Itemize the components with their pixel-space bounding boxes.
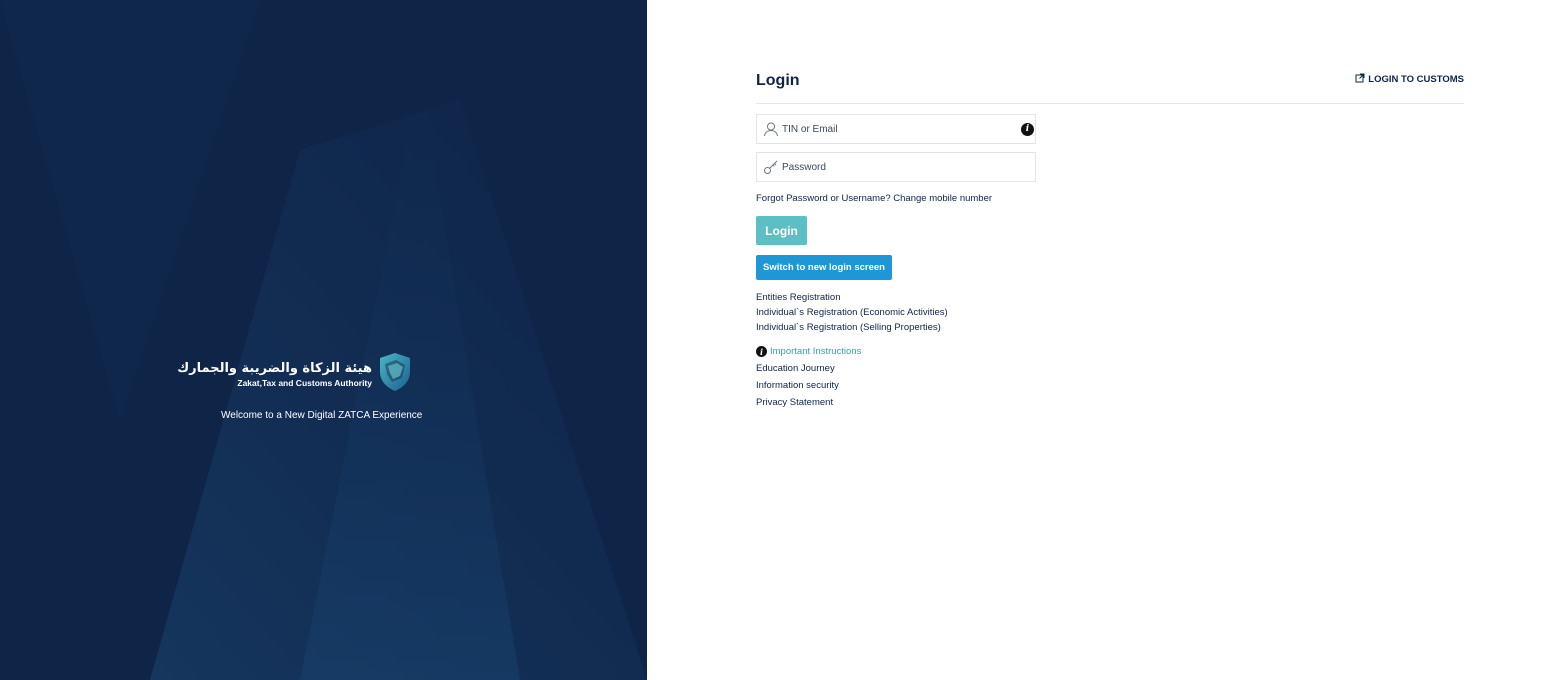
login-button[interactable]: Login [756, 216, 807, 245]
login-page: هيئة الزكاة والضريبة والجمارك Zakat,Tax … [0, 0, 1568, 680]
external-link-icon [1355, 73, 1365, 86]
zatca-shield-logo-icon [378, 352, 412, 397]
welcome-message: Welcome to a New Digital ZATCA Experienc… [221, 410, 423, 421]
individual-registration-economic-link[interactable]: Individual`s Registration (Economic Acti… [756, 307, 948, 319]
info-links: Education Journey Information security P… [756, 363, 839, 409]
password-field[interactable] [756, 152, 1036, 182]
logo-arabic-name: هيئة الزكاة والضريبة والجمارك [177, 360, 372, 376]
username-input[interactable] [782, 123, 1021, 135]
info-icon[interactable]: i [1021, 122, 1034, 136]
forgot-password-link[interactable]: Forgot Password or Username? [756, 193, 891, 204]
education-journey-link[interactable]: Education Journey [756, 363, 839, 375]
login-to-customs-label: LOGIN TO CUSTOMS [1368, 74, 1464, 85]
important-instructions-link[interactable]: Important Instructions [770, 346, 861, 357]
info-icon: i [756, 346, 767, 357]
page-title: Login [756, 72, 800, 89]
username-field[interactable]: i [756, 114, 1036, 144]
change-mobile-link[interactable]: Change mobile number [893, 193, 992, 204]
privacy-statement-link[interactable]: Privacy Statement [756, 397, 839, 409]
registration-links: Entities Registration Individual`s Regis… [756, 292, 948, 334]
individual-registration-selling-link[interactable]: Individual`s Registration (Selling Prope… [756, 322, 948, 334]
user-icon [763, 121, 779, 137]
login-to-customs-link[interactable]: LOGIN TO CUSTOMS [1355, 73, 1464, 86]
logo-english-name: Zakat,Tax and Customs Authority [237, 377, 372, 388]
login-panel: Login LOGIN TO CUSTOMS i [647, 0, 1568, 680]
password-input[interactable] [782, 161, 1035, 173]
information-security-link[interactable]: Information security [756, 380, 839, 392]
title-divider [756, 103, 1464, 104]
key-icon [763, 159, 779, 175]
important-instructions-row: i Important Instructions [756, 346, 861, 357]
switch-login-screen-button[interactable]: Switch to new login screen [756, 255, 892, 280]
entities-registration-link[interactable]: Entities Registration [756, 292, 948, 304]
brand-panel: هيئة الزكاة والضريبة والجمارك Zakat,Tax … [0, 0, 647, 680]
brand-logo-block: هيئة الزكاة والضريبة والجمارك Zakat,Tax … [177, 352, 412, 397]
background-pattern [0, 0, 647, 680]
forgot-links-row: Forgot Password or Username? Change mobi… [756, 193, 992, 204]
